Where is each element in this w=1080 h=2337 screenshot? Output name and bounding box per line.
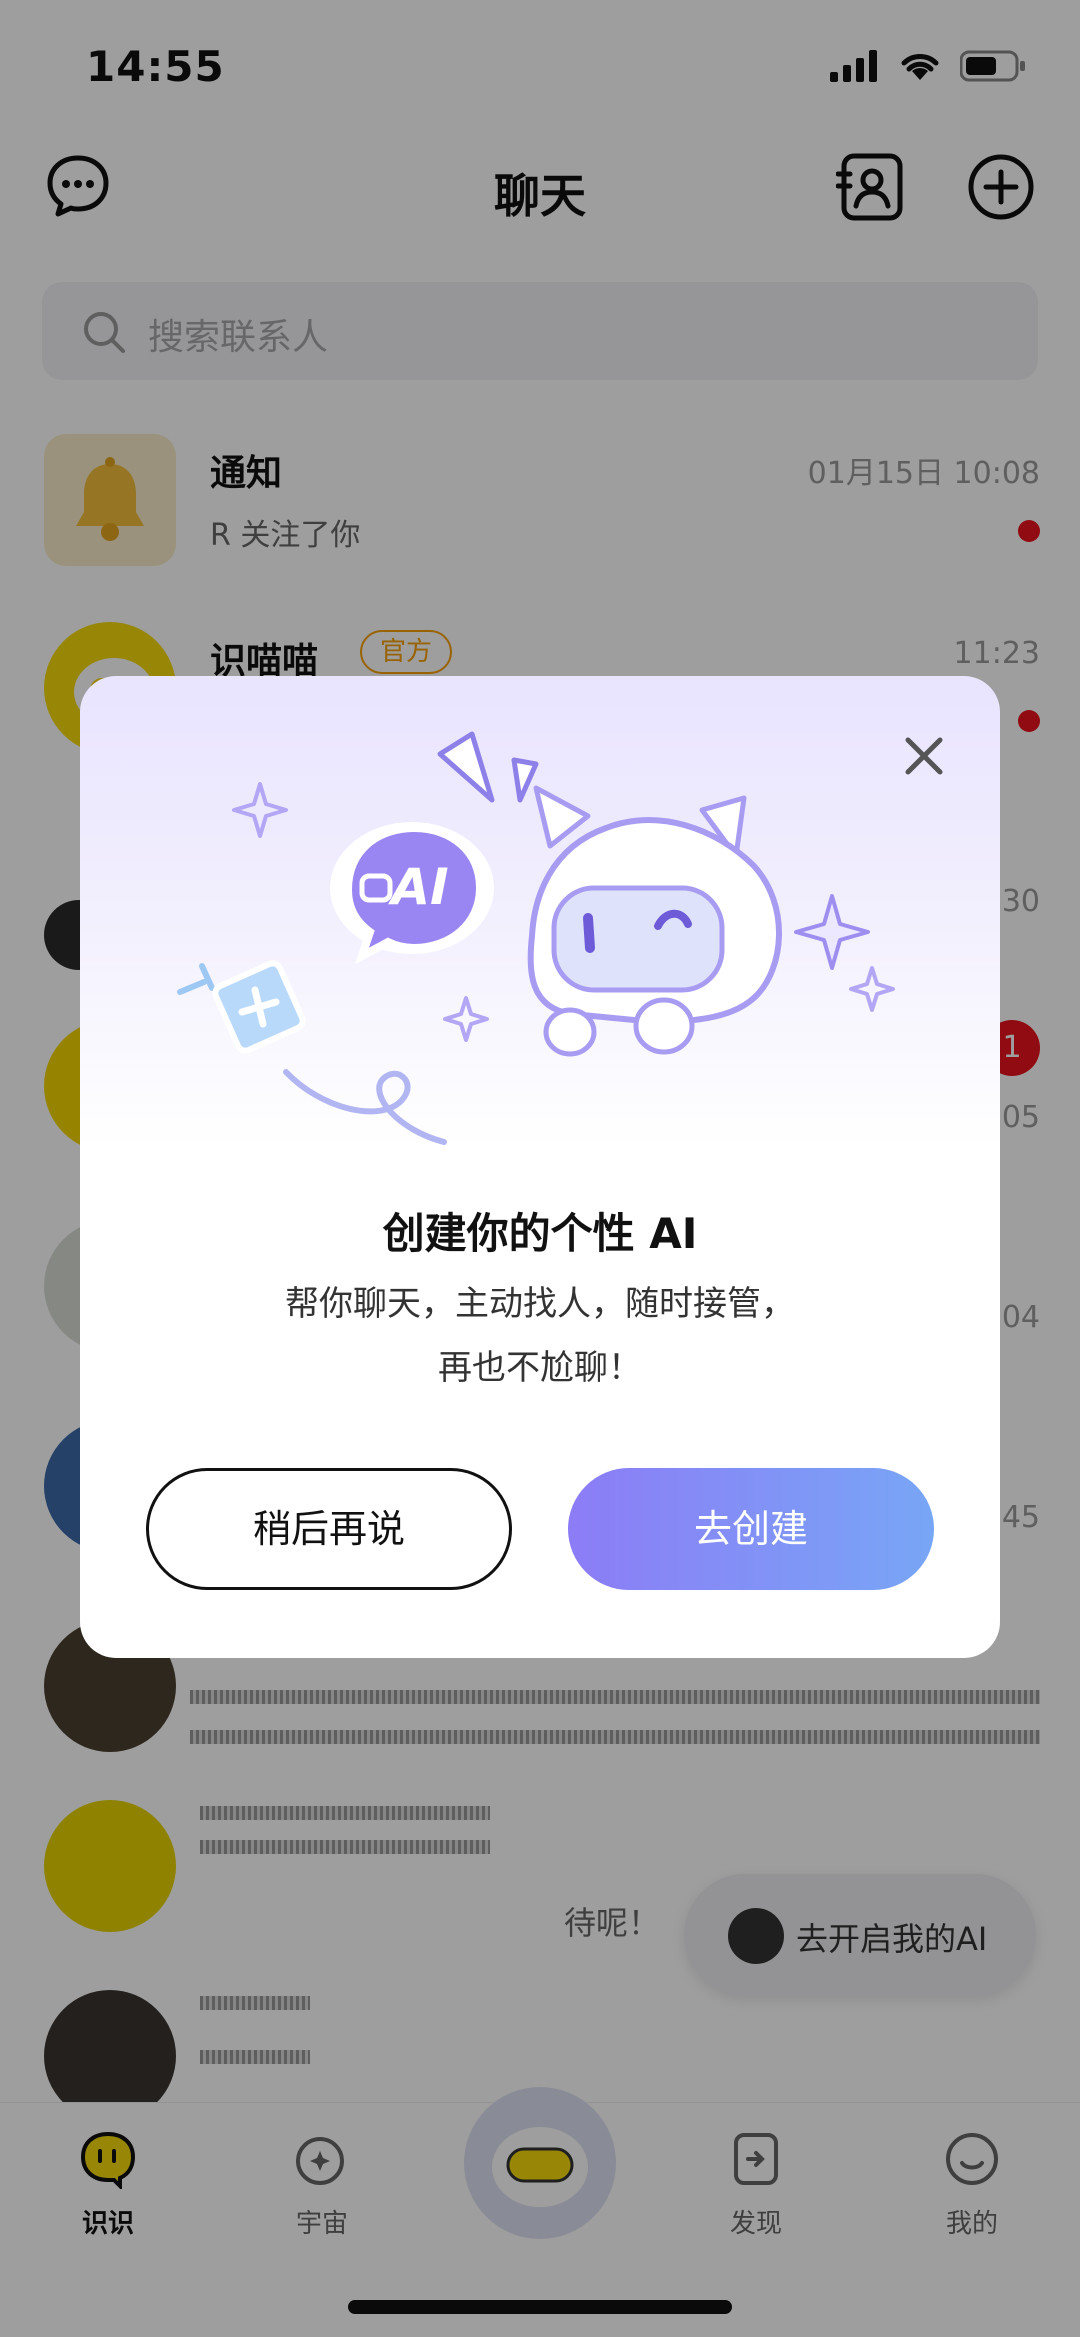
- bubble-ai-text: AI: [387, 858, 448, 916]
- create-ai-dialog: AI 创建你的个性 AI 帮你聊天，主动找人，随时接管， 再也不尬聊！ 稍后再说…: [80, 676, 1000, 1658]
- dialog-description-line: 再也不尬聊！: [438, 1348, 642, 1388]
- later-button[interactable]: 稍后再说: [146, 1468, 512, 1590]
- create-button[interactable]: 去创建: [568, 1468, 934, 1590]
- dialog-description-line: 帮你聊天，主动找人，随时接管，: [285, 1284, 795, 1324]
- dialog-title: 创建你的个性 AI: [382, 1209, 698, 1258]
- dialog-description: 帮你聊天，主动找人，随时接管， 再也不尬聊！: [80, 1272, 1000, 1400]
- ai-illustration: AI: [177, 731, 895, 1145]
- close-icon[interactable]: [900, 732, 948, 780]
